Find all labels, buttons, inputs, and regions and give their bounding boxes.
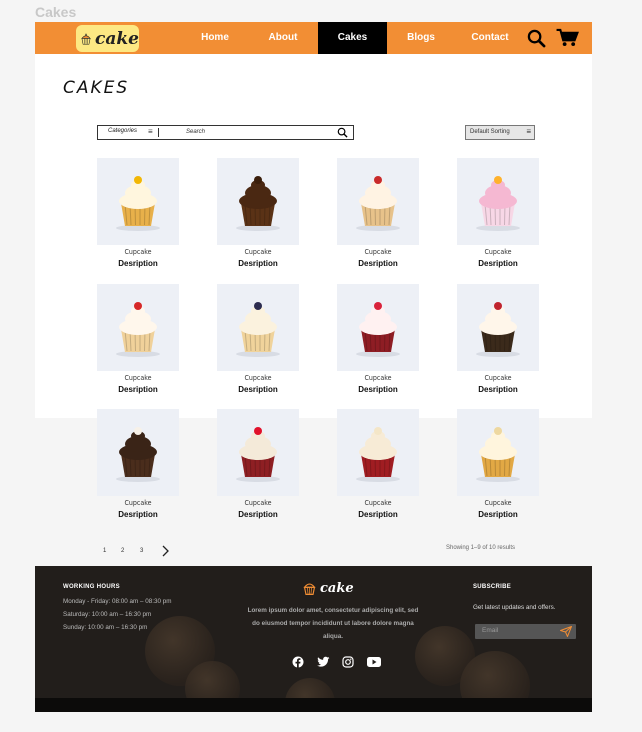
- product-card[interactable]: Cupcake Desription: [217, 409, 299, 519]
- send-icon[interactable]: [560, 626, 572, 637]
- product-card[interactable]: Cupcake Desription: [337, 284, 419, 394]
- product-card[interactable]: Cupcake Desription: [457, 284, 539, 394]
- page-2[interactable]: 2: [121, 548, 124, 554]
- search-input[interactable]: Search: [186, 129, 205, 135]
- product-description: Desription: [238, 385, 278, 394]
- product-description: Desription: [478, 385, 518, 394]
- page-1[interactable]: 1: [103, 548, 106, 554]
- footer-bottom-strip: [35, 698, 592, 712]
- product-image[interactable]: [457, 409, 539, 496]
- product-image[interactable]: [97, 284, 179, 371]
- cart-icon[interactable]: [555, 28, 579, 47]
- product-image[interactable]: [337, 409, 419, 496]
- working-hours-heading: WORKING HOURS: [63, 584, 120, 590]
- product-name: Cupcake: [364, 248, 392, 256]
- product-description: Desription: [118, 510, 158, 519]
- page-title: CAKES: [63, 78, 130, 98]
- product-description: Desription: [238, 259, 278, 268]
- hours-weekday: Monday - Friday: 08:00 am – 08:30 pm: [63, 598, 172, 605]
- product-name: Cupcake: [244, 499, 272, 507]
- product-card[interactable]: Cupcake Desription: [217, 158, 299, 268]
- product-image[interactable]: [457, 158, 539, 245]
- footer-description: Lorem ipsum dolor amet, consectetur adip…: [247, 607, 419, 640]
- search-bar: Categories ≡ Search: [97, 125, 354, 140]
- product-name: Cupcake: [244, 248, 272, 256]
- cupcake-logo-icon: [303, 583, 316, 595]
- product-name: Cupcake: [124, 499, 152, 507]
- product-image[interactable]: [217, 409, 299, 496]
- nav-home[interactable]: Home: [189, 22, 241, 54]
- product-card[interactable]: Cupcake Desription: [97, 158, 179, 268]
- categories-menu-icon[interactable]: ≡: [148, 127, 153, 136]
- hours-sunday: Sunday: 10:00 am – 16:30 pm: [63, 624, 148, 631]
- product-card[interactable]: Cupcake Desription: [337, 158, 419, 268]
- product-name: Cupcake: [124, 374, 152, 382]
- nav-blogs[interactable]: Blogs: [395, 22, 447, 54]
- nav-cakes[interactable]: Cakes: [318, 22, 387, 54]
- product-image[interactable]: [97, 409, 179, 496]
- email-field[interactable]: Email: [475, 624, 576, 639]
- product-image[interactable]: [337, 284, 419, 371]
- product-description: Desription: [358, 510, 398, 519]
- search-divider: [158, 128, 159, 137]
- product-card[interactable]: Cupcake Desription: [457, 409, 539, 519]
- product-name: Cupcake: [364, 499, 392, 507]
- footer-logo: cake: [301, 579, 354, 597]
- chevron-right-icon[interactable]: [161, 545, 170, 557]
- search-submit-icon[interactable]: [337, 127, 348, 138]
- product-card[interactable]: Cupcake Desription: [97, 409, 179, 519]
- youtube-icon[interactable]: [367, 657, 381, 667]
- subscribe-text: Get latest updates and offers.: [473, 604, 556, 611]
- product-image[interactable]: [97, 158, 179, 245]
- nav-contact[interactable]: Contact: [463, 22, 517, 54]
- footer: WORKING HOURS Monday - Friday: 08:00 am …: [35, 566, 592, 712]
- categories-dropdown[interactable]: Categories: [108, 128, 137, 134]
- results-count: Showing 1–9 of 10 results: [446, 545, 516, 551]
- product-card[interactable]: Cupcake Desription: [97, 284, 179, 394]
- product-description: Desription: [118, 385, 158, 394]
- product-name: Cupcake: [484, 374, 512, 382]
- product-description: Desription: [358, 385, 398, 394]
- brand-name: cake: [95, 28, 139, 49]
- product-description: Desription: [358, 259, 398, 268]
- sort-label: Default Sorting: [470, 129, 510, 135]
- product-card[interactable]: Cupcake Desription: [457, 158, 539, 268]
- navbar: cake Home About Cakes Blogs Contact: [35, 22, 592, 54]
- subscribe-heading: SUBSCRIBE: [473, 584, 512, 590]
- nav-about[interactable]: About: [257, 22, 309, 54]
- sort-menu-icon: ≡: [526, 127, 531, 136]
- frame-label: Cakes: [35, 4, 77, 20]
- product-image[interactable]: [457, 284, 539, 371]
- product-name: Cupcake: [124, 248, 152, 256]
- search-icon[interactable]: [527, 29, 546, 48]
- email-placeholder: Email: [482, 627, 499, 634]
- product-name: Cupcake: [364, 374, 392, 382]
- product-name: Cupcake: [484, 499, 512, 507]
- product-image[interactable]: [337, 158, 419, 245]
- product-card[interactable]: Cupcake Desription: [217, 284, 299, 394]
- cupcake-logo-icon: [81, 33, 91, 45]
- product-description: Desription: [478, 259, 518, 268]
- product-description: Desription: [118, 259, 158, 268]
- product-description: Desription: [478, 510, 518, 519]
- hours-saturday: Saturday: 10:00 am – 16:30 pm: [63, 611, 152, 618]
- product-name: Cupcake: [484, 248, 512, 256]
- brand-logo[interactable]: cake: [76, 25, 139, 52]
- page-3[interactable]: 3: [140, 548, 143, 554]
- product-name: Cupcake: [244, 374, 272, 382]
- sort-dropdown[interactable]: Default Sorting ≡: [465, 125, 535, 140]
- footer-brand-name: cake: [320, 580, 354, 596]
- facebook-icon[interactable]: [292, 656, 304, 668]
- product-card[interactable]: Cupcake Desription: [337, 409, 419, 519]
- instagram-icon[interactable]: [342, 656, 354, 668]
- product-image[interactable]: [217, 158, 299, 245]
- product-image[interactable]: [217, 284, 299, 371]
- twitter-icon[interactable]: [317, 656, 330, 668]
- product-description: Desription: [238, 510, 278, 519]
